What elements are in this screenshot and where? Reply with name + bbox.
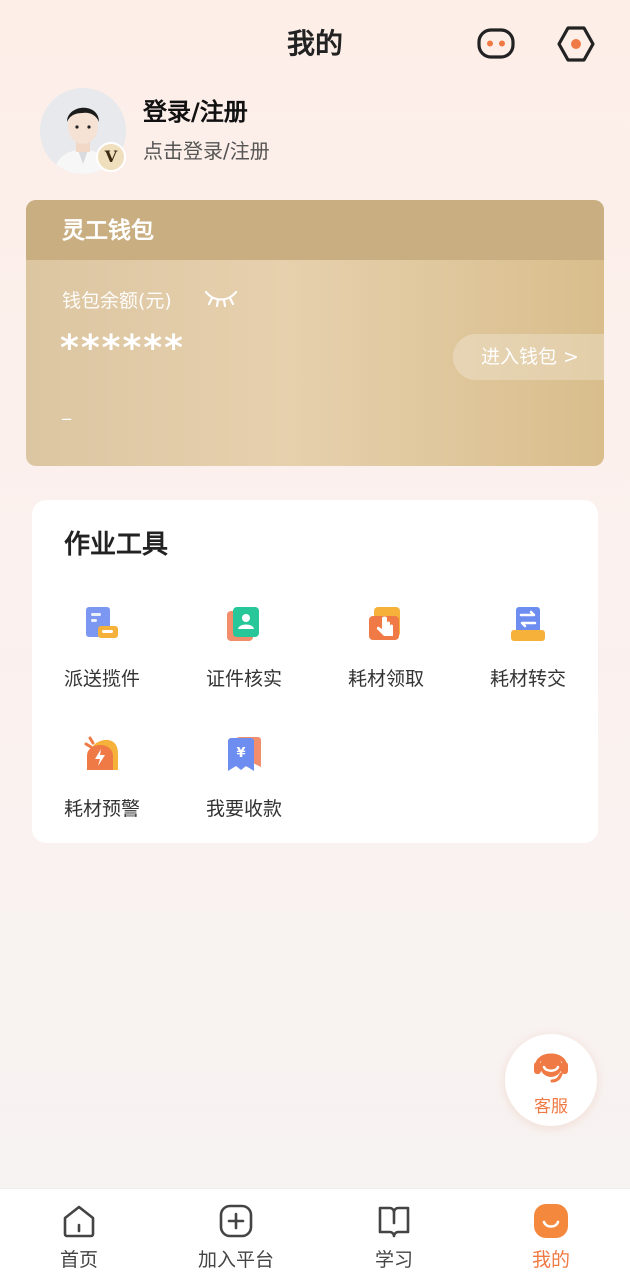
add-platform-icon (219, 1204, 253, 1238)
wallet-balance: ****** (60, 328, 185, 369)
settings-icon[interactable] (556, 24, 596, 64)
supply-alert-icon (84, 736, 118, 770)
enter-wallet-button[interactable]: 进入钱包 > (453, 334, 604, 380)
payment-icon: ¥ (228, 737, 261, 771)
wallet-balance-label: 钱包余额(元) (62, 290, 172, 312)
wallet-card: 灵工钱包 钱包余额(元) ****** _ 进入钱包 > (26, 200, 604, 466)
customer-service-icon (534, 1053, 568, 1083)
tool-label: 耗材预警 (63, 798, 140, 820)
page-title: 我的 (286, 27, 343, 60)
wallet-secondary: _ (62, 400, 71, 421)
delivery-icon (86, 607, 118, 638)
tool-supply-receive[interactable]: 耗材领取 (326, 604, 446, 691)
tool-label: 证件核实 (205, 668, 282, 690)
header: 我的 (0, 0, 630, 90)
message-icon[interactable] (476, 24, 516, 64)
tool-label: 耗材转交 (489, 668, 566, 690)
tool-supply-alert[interactable]: 耗材预警 (42, 734, 162, 821)
wallet-title: 灵工钱包 (26, 200, 604, 260)
book-icon (378, 1206, 410, 1238)
tab-label: 我的 (531, 1249, 570, 1271)
tab-bar: 首页 加入平台 学习 我的 (0, 1188, 630, 1280)
login-subtitle[interactable]: 点击登录/注册 (143, 135, 270, 164)
tab-label: 加入平台 (197, 1249, 274, 1271)
home-icon (63, 1205, 95, 1238)
tool-payment[interactable]: ¥ 我要收款 (184, 734, 304, 821)
profile-icon (534, 1204, 568, 1238)
tools-title: 作业工具 (64, 530, 169, 560)
tool-label: 派送揽件 (63, 668, 140, 690)
tool-label: 耗材领取 (347, 668, 424, 690)
supply-transfer-icon (511, 607, 545, 641)
tab-add-platform[interactable]: 加入平台 (176, 1189, 296, 1280)
tools-card: 作业工具 派送揽件 证件核实 耗材领取 耗材转交 耗材预警 ¥ 我要收款 (32, 500, 598, 843)
svg-text:¥: ¥ (236, 746, 245, 761)
tab-learn[interactable]: 学习 (334, 1189, 454, 1280)
eye-closed-icon[interactable] (204, 286, 238, 310)
tool-id-verify[interactable]: 证件核实 (184, 604, 304, 691)
customer-service-button[interactable]: 客服 (505, 1034, 597, 1126)
tab-profile[interactable]: 我的 (491, 1189, 611, 1280)
tab-label: 学习 (374, 1249, 413, 1271)
customer-service-label: 客服 (534, 1097, 568, 1117)
tool-label: 我要收款 (205, 798, 282, 820)
tab-label: 首页 (59, 1249, 98, 1271)
login-title[interactable]: 登录/注册 (143, 92, 248, 127)
tool-delivery[interactable]: 派送揽件 (42, 604, 162, 691)
vip-badge: V (96, 142, 126, 172)
tool-supply-transfer[interactable]: 耗材转交 (468, 604, 588, 691)
supply-receive-icon (369, 607, 400, 640)
id-verify-icon (227, 607, 259, 641)
tab-home[interactable]: 首页 (19, 1189, 139, 1280)
